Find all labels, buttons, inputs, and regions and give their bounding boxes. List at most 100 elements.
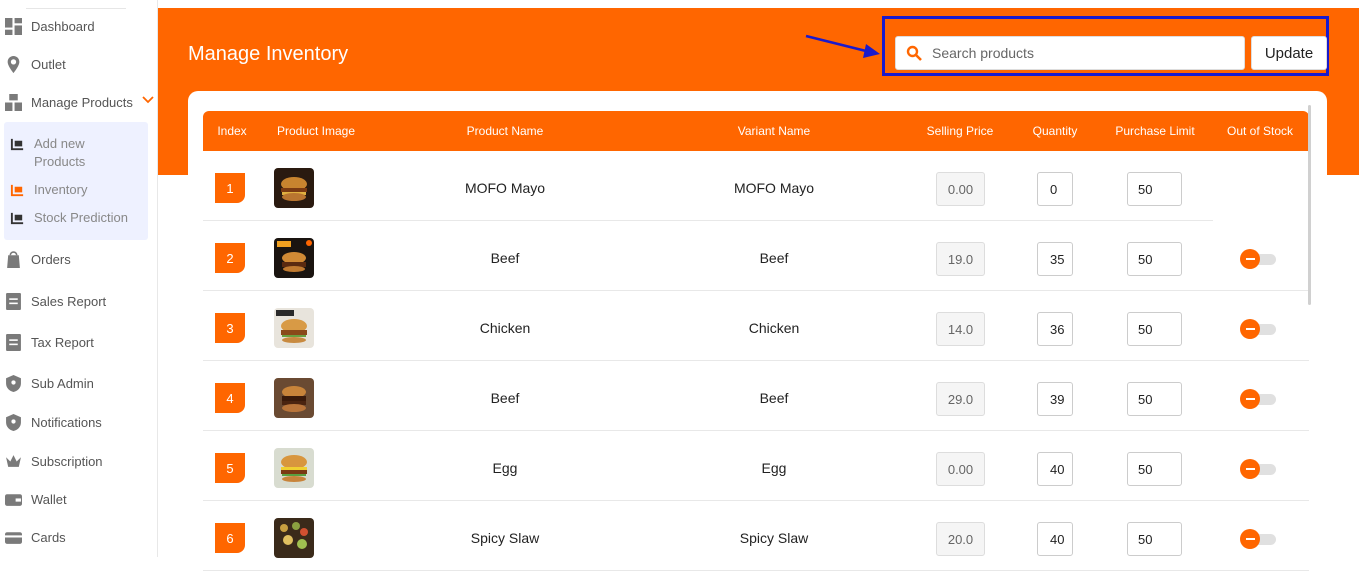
selling-price-field: 0.00	[936, 452, 985, 486]
sidebar-item-sub-admin[interactable]: Sub Admin	[0, 370, 94, 396]
purchase-limit-input[interactable]: 50	[1127, 382, 1182, 416]
sidebar-item-notifications[interactable]: Notifications	[0, 409, 102, 435]
product-name: Egg	[492, 460, 518, 476]
annotation-arrow-icon	[805, 34, 880, 58]
selling-price-field: 14.0	[936, 312, 985, 346]
cart-icon	[10, 137, 26, 153]
sidebar-item-label: Sub Admin	[31, 375, 94, 391]
row-index-badge: 5	[215, 453, 245, 483]
product-name: Chicken	[479, 320, 531, 336]
selling-price-field: 0.00	[936, 172, 985, 206]
cart-icon	[10, 211, 26, 227]
product-image	[274, 448, 314, 488]
sidebar-item-cards[interactable]: Cards	[0, 524, 66, 550]
variant-name: MOFO Mayo	[733, 180, 815, 196]
sidebar-item-orders[interactable]: Orders	[0, 246, 71, 272]
table-row: 1 MOFO Mayo MOFO Mayo 0.00 0 50	[203, 151, 1213, 221]
quantity-input[interactable]: 39	[1037, 382, 1073, 416]
main-content: Manage Inventory Update Index Product Im…	[158, 0, 1359, 571]
crown-icon	[4, 452, 22, 470]
variant-name: Spicy Slaw	[739, 530, 809, 546]
purchase-limit-input[interactable]: 50	[1127, 242, 1182, 276]
variant-name: Chicken	[748, 320, 800, 336]
product-name: Beef	[490, 390, 520, 406]
shield-user-icon	[4, 374, 22, 392]
quantity-input[interactable]: 35	[1037, 242, 1073, 276]
product-name: MOFO Mayo	[464, 180, 546, 196]
report-icon	[4, 333, 22, 351]
sidebar-item-subscription[interactable]: Subscription	[0, 448, 103, 474]
row-index-badge: 1	[215, 173, 245, 203]
submenu-item-stock-prediction[interactable]: Stock Prediction	[10, 209, 128, 227]
sidebar-item-sales-report[interactable]: Sales Report	[0, 288, 106, 314]
purchase-limit-input[interactable]: 50	[1127, 522, 1182, 556]
search-icon	[906, 45, 922, 61]
out-of-stock-toggle[interactable]	[1240, 529, 1278, 549]
row-index-badge: 4	[215, 383, 245, 413]
out-of-stock-toggle[interactable]	[1240, 459, 1278, 479]
table-header: Index Product Image Product Name Variant…	[203, 111, 1309, 151]
dashboard-icon	[4, 17, 22, 35]
shield-user-icon	[4, 413, 22, 431]
submenu-item-label: Add new Products	[34, 136, 86, 169]
product-image	[274, 168, 314, 208]
clipboard-bag-icon	[4, 250, 22, 268]
purchase-limit-input[interactable]: 50	[1127, 312, 1182, 346]
location-pin-icon	[4, 55, 22, 73]
out-of-stock-toggle[interactable]	[1240, 389, 1278, 409]
search-input[interactable]	[932, 45, 1232, 61]
quantity-input[interactable]: 0	[1037, 172, 1073, 206]
sidebar-item-manage-products[interactable]: Manage Products	[0, 89, 133, 115]
variant-name: Beef	[759, 390, 789, 406]
page-title: Manage Inventory	[188, 43, 349, 65]
product-image	[274, 238, 314, 278]
column-header-variant-name: Variant Name	[737, 124, 811, 138]
out-of-stock-toggle[interactable]	[1240, 249, 1278, 269]
selling-price-field: 19.0	[936, 242, 985, 276]
sidebar-item-wallet[interactable]: Wallet	[0, 486, 67, 512]
submenu-item-label: Stock Prediction	[34, 210, 128, 225]
row-index-badge: 2	[215, 243, 245, 273]
sidebar-item-label: Tax Report	[31, 334, 94, 350]
submenu-item-inventory[interactable]: Inventory	[10, 181, 87, 199]
sidebar-item-dashboard[interactable]: Dashboard	[0, 13, 95, 39]
table-row: 5 Egg Egg 0.00 40 50	[203, 431, 1309, 501]
chevron-down-icon[interactable]	[142, 95, 154, 105]
minus-icon	[1240, 319, 1260, 339]
submenu-manage-products: Add new Products Inventory Stock Predict…	[4, 122, 148, 240]
minus-icon	[1240, 389, 1260, 409]
search-field[interactable]	[895, 36, 1245, 70]
sidebar-item-label: Orders	[31, 251, 71, 267]
sidebar-item-label: Wallet	[31, 491, 67, 507]
purchase-limit-input[interactable]: 50	[1127, 172, 1182, 206]
column-header-product-name: Product Name	[466, 124, 544, 138]
card-icon	[4, 528, 22, 546]
table-row: 4 Beef Beef 29.0 39 50	[203, 361, 1309, 431]
product-image	[274, 378, 314, 418]
boxes-icon	[4, 93, 22, 111]
sidebar-item-label: Dashboard	[31, 18, 95, 34]
update-button[interactable]: Update	[1251, 36, 1327, 70]
column-header-selling-price: Selling Price	[926, 124, 994, 138]
purchase-limit-input[interactable]: 50	[1127, 452, 1182, 486]
table-scrollbar[interactable]	[1308, 105, 1311, 305]
quantity-input[interactable]: 40	[1037, 452, 1073, 486]
sidebar-item-label: Sales Report	[31, 293, 107, 309]
out-of-stock-toggle[interactable]	[1240, 319, 1278, 339]
submenu-item-add-new-products[interactable]: Add new Products	[10, 135, 124, 171]
report-icon	[4, 292, 22, 310]
wallet-icon	[4, 490, 22, 508]
variant-name: Beef	[759, 250, 789, 266]
column-header-product-image: Product Image	[276, 124, 356, 138]
quantity-input[interactable]: 36	[1037, 312, 1073, 346]
sidebar-item-label: Manage Products	[31, 94, 133, 110]
sidebar-item-outlet[interactable]: Outlet	[0, 51, 66, 77]
sidebar-item-tax-report[interactable]: Tax Report	[0, 329, 94, 355]
table-row: 2 Beef Beef 19.0 35 50	[203, 221, 1309, 291]
row-index-badge: 6	[215, 523, 245, 553]
row-index-badge: 3	[215, 313, 245, 343]
quantity-input[interactable]: 40	[1037, 522, 1073, 556]
product-name: Beef	[490, 250, 520, 266]
minus-icon	[1240, 249, 1260, 269]
table-row: 6 Spicy Slaw Spicy Slaw 20.0 40 50	[203, 501, 1309, 571]
